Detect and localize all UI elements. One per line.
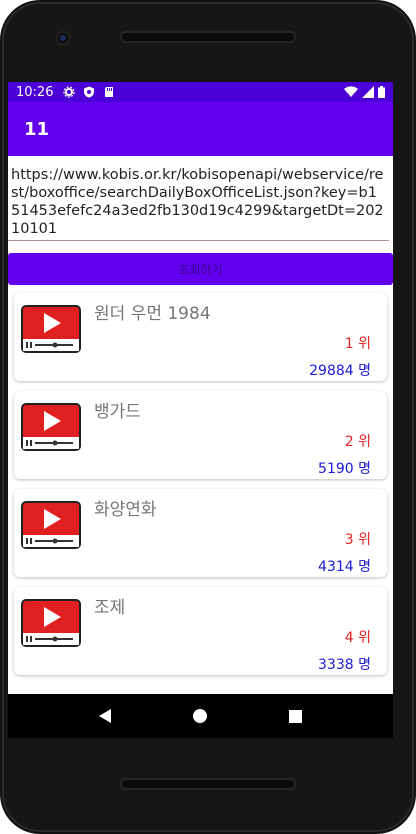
- wifi-icon: [344, 86, 358, 97]
- movie-rank: 3 위: [344, 532, 371, 548]
- video-thumbnail-icon: [21, 501, 81, 549]
- search-button[interactable]: 조회하기: [8, 253, 393, 285]
- movie-card[interactable]: 화양연화 3 위 4314 명: [14, 489, 387, 577]
- url-text: https://www.kobis.or.kr/kobisopenapi/web…: [8, 156, 389, 241]
- video-thumbnail-icon: [21, 599, 81, 647]
- shield-icon: [84, 86, 95, 98]
- signal-icon: [362, 86, 374, 98]
- movie-title: 원더 우먼 1984: [94, 304, 211, 324]
- sd-card-icon: [105, 87, 114, 97]
- navigation-bar: [8, 694, 393, 738]
- recent-apps-icon[interactable]: [289, 709, 302, 723]
- video-thumbnail-icon: [21, 305, 81, 353]
- status-bar: 10:26: [8, 82, 393, 102]
- app-bar: 11: [8, 102, 393, 156]
- battery-icon: [378, 86, 385, 98]
- audience-count: 29884 명: [309, 363, 371, 379]
- audience-count: 4314 명: [318, 559, 371, 575]
- back-icon[interactable]: [99, 709, 111, 723]
- movie-list: 원더 우먼 1984 1 위 29884 명 뱅가드 2 위 5190 명 화양…: [8, 293, 393, 675]
- movie-rank: 4 위: [344, 630, 371, 646]
- screen: 10:26 11 https://www.kobis.or.kr/kobisop…: [8, 82, 393, 694]
- settings-icon: [63, 86, 76, 98]
- bottom-speaker: [120, 778, 296, 790]
- status-time: 10:26: [16, 84, 54, 100]
- movie-rank: 2 위: [344, 434, 371, 450]
- front-camera: [55, 30, 71, 46]
- audience-count: 3338 명: [318, 657, 371, 673]
- movie-card[interactable]: 원더 우먼 1984 1 위 29884 명: [14, 293, 387, 381]
- movie-card[interactable]: 조제 4 위 3338 명: [14, 587, 387, 675]
- app-title: 11: [24, 118, 50, 140]
- movie-rank: 1 위: [344, 336, 371, 352]
- video-thumbnail-icon: [21, 403, 81, 451]
- movie-title: 화양연화: [94, 500, 157, 520]
- top-speaker: [120, 31, 296, 43]
- home-icon[interactable]: [193, 709, 207, 723]
- audience-count: 5190 명: [318, 461, 371, 477]
- movie-title: 조제: [94, 598, 126, 618]
- movie-card[interactable]: 뱅가드 2 위 5190 명: [14, 391, 387, 479]
- movie-title: 뱅가드: [94, 402, 141, 422]
